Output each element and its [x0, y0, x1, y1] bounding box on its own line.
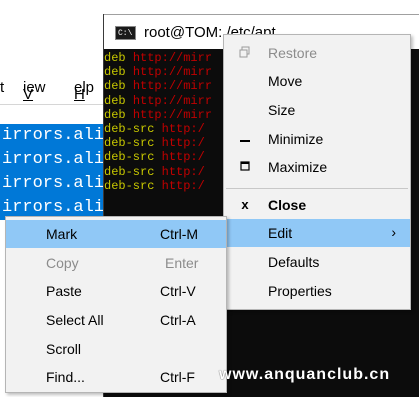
menu-item-label: Edit [268, 225, 293, 241]
shortcut-label: Enter [165, 255, 199, 271]
restore-icon [238, 46, 252, 60]
menu-item-label: Move [268, 73, 303, 89]
line-url: http://mirr [132, 107, 213, 122]
line-keyword: deb [104, 107, 126, 122]
line-keyword: deb [104, 93, 126, 108]
menu-item-label: Maximize [268, 159, 328, 175]
menu-item-label: Properties [268, 283, 332, 299]
line-url: http:/ [161, 136, 205, 151]
selected-text-line: irrors.aliy [0, 148, 104, 172]
background-text-area[interactable]: irrors.aliy irrors.aliy irrors.aliy irro… [0, 124, 110, 220]
selected-text-line: irrors.aliy [0, 124, 104, 148]
maximize-icon [238, 160, 252, 174]
menubar-divider [0, 104, 110, 105]
edit-submenu: Mark Ctrl-M Copy Enter Paste Ctrl-V Sele… [5, 216, 227, 393]
menu-item-label: Find... [46, 369, 85, 385]
menu-item-label: Scroll [46, 341, 82, 357]
line-url: http://mirr [132, 93, 213, 108]
selected-text-line: irrors.aliy [0, 172, 104, 196]
line-url: http:/ [161, 121, 205, 136]
menu-item-help[interactable]: Help [74, 79, 94, 103]
line-keyword: deb-src [104, 164, 155, 179]
menu-item-minimize[interactable]: Minimize [224, 125, 410, 153]
watermark: www.anquanclub.cn [219, 366, 391, 383]
menu-item-label: Select All [46, 312, 104, 328]
line-url: http:/ [161, 178, 205, 193]
line-keyword: deb [104, 65, 126, 80]
menu-item-defaults[interactable]: Defaults [224, 248, 410, 276]
minimize-icon [238, 132, 252, 146]
menu-item-find[interactable]: Find... Ctrl-F [6, 363, 226, 391]
background-menubar: t View Help [0, 72, 110, 104]
menu-item-label: Restore [268, 45, 318, 61]
menu-item-label: Copy [46, 255, 79, 271]
line-keyword: deb [104, 51, 126, 65]
menu-item-label: Minimize [268, 131, 324, 147]
shortcut-label: Ctrl-V [160, 283, 196, 299]
menu-item-label: Defaults [268, 254, 320, 270]
menu-separator [226, 188, 408, 189]
menu-item-label: Paste [46, 283, 82, 299]
menu-item-label: Mark [46, 226, 78, 242]
shortcut-label: Ctrl-A [160, 312, 196, 328]
line-keyword: deb-src [104, 136, 155, 151]
menu-item-restore[interactable]: Restore [224, 39, 410, 67]
menu-item-edit[interactable]: Edit › [224, 219, 410, 247]
line-keyword: deb-src [104, 121, 155, 136]
menu-item-maximize[interactable]: Maximize [224, 153, 410, 181]
shortcut-label: Ctrl-F [160, 369, 195, 385]
line-keyword: deb [104, 79, 126, 94]
line-keyword: deb-src [104, 178, 155, 193]
menu-item-close[interactable]: x Close [224, 191, 410, 219]
console-app-icon[interactable]: C:\ [115, 26, 136, 40]
menu-item-move[interactable]: Move [224, 67, 410, 95]
close-icon: x [241, 197, 249, 212]
menu-item-properties[interactable]: Properties [224, 277, 410, 305]
menu-item-scroll[interactable]: Scroll [6, 335, 226, 363]
system-menu: Restore Move Size Minimize Maximize x Cl… [223, 34, 411, 310]
menu-item-partial[interactable]: t [0, 79, 4, 96]
menu-item-view[interactable]: View [23, 79, 46, 103]
menu-item-mark[interactable]: Mark Ctrl-M [6, 220, 226, 248]
menu-item-select-all[interactable]: Select All Ctrl-A [6, 306, 226, 334]
shortcut-label: Ctrl-M [160, 226, 199, 242]
background-titlebar [0, 0, 110, 36]
line-url: http:/ [161, 150, 205, 165]
line-url: http://mirr [132, 65, 213, 80]
menu-item-size[interactable]: Size [224, 96, 410, 124]
line-url: http://mirr [132, 79, 213, 94]
menu-item-copy[interactable]: Copy Enter [6, 249, 226, 277]
menu-item-label: Close [268, 197, 307, 213]
chevron-right-icon: › [391, 224, 396, 240]
line-url: http:/ [161, 164, 205, 179]
menu-item-paste[interactable]: Paste Ctrl-V [6, 277, 226, 305]
menu-item-label: Size [268, 102, 296, 118]
line-url: http://mirr [132, 51, 213, 65]
line-keyword: deb-src [104, 150, 155, 165]
